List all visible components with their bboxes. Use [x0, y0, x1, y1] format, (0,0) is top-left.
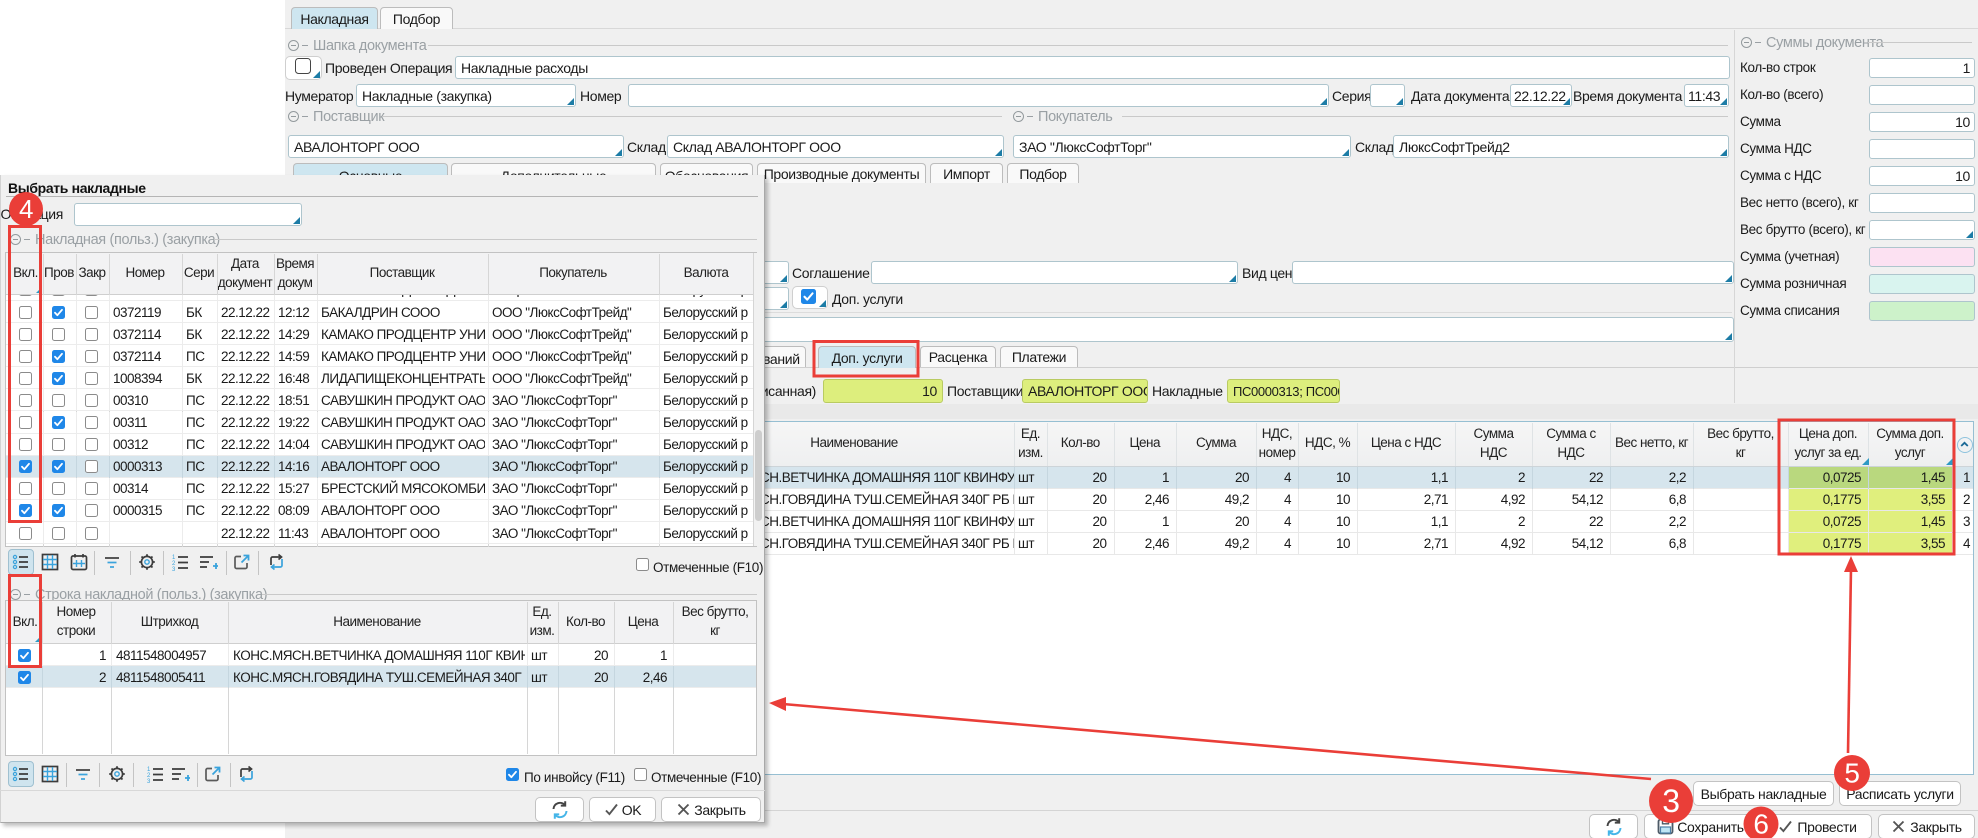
svg-text:3: 3 [1662, 783, 1679, 819]
svg-text:4: 4 [19, 194, 33, 224]
svg-text:5: 5 [1844, 758, 1859, 789]
svg-text:6: 6 [1753, 809, 1768, 838]
